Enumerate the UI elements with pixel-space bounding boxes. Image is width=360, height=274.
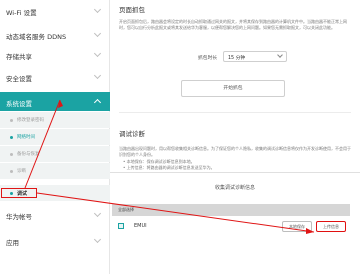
chevron-down-icon (93, 49, 102, 58)
debug-title: 调试诊断 (119, 130, 145, 138)
sidebar-item-huawei-account[interactable]: 华为帐号 (0, 208, 110, 222)
bullet-icon (10, 153, 13, 156)
sidebar-item-ddns[interactable]: 动态域名服务 DDNS (0, 28, 110, 42)
duration-select[interactable]: 15 分钟 (223, 51, 287, 62)
sidebar-item-wifi[interactable]: Wi-Fi 设置 (0, 4, 110, 18)
collect-panel-title: 收集调试诊断信息 (214, 185, 255, 191)
sidebar-subitem-time[interactable]: 网络时间 (0, 129, 110, 145)
local-save-button[interactable]: 本地保存 (282, 221, 312, 232)
bullet-icon (10, 170, 13, 173)
sidebar-subitem-label: 修改登录密码 (17, 118, 44, 123)
duration-label: 抓包时长 (198, 56, 218, 61)
debug-description: 当路由器出现问题时，用以帮您收集相关诊断信息。为了保证您的个人隐私，收集的调试诊… (119, 146, 351, 157)
sidebar: Wi-Fi 设置 动态域名服务 DDNS 存储共享 安全设置 系统设置 修改登录… (0, 0, 110, 274)
upload-info-button[interactable]: 上传信息 (316, 221, 346, 232)
sidebar-item-label: 华为帐号 (6, 213, 32, 221)
debug-bullet-upload: • 上传信息：将路由器的调试诊断信息发送至华为。 (123, 165, 215, 170)
chevron-down-icon (93, 5, 102, 14)
highlight-box (1, 188, 37, 198)
sidebar-item-label: Wi-Fi 设置 (6, 9, 37, 17)
chevron-up-icon (93, 98, 102, 107)
chevron-down-icon (93, 209, 102, 218)
sidebar-subitem-label: 诊断 (17, 169, 26, 174)
select-all-header[interactable]: 全部选择 (112, 204, 350, 216)
sidebar-subitem-label: 备份与恢复 (17, 152, 40, 157)
sidebar-item-label: 安全设置 (6, 75, 32, 83)
divider (119, 112, 351, 113)
table-row: EMUI 本地保存 上传信息 (112, 216, 350, 238)
sidebar-item-label: 系统设置 (6, 100, 32, 108)
sidebar-item-label: 动态域名服务 DDNS (6, 33, 67, 41)
chevron-down-icon (93, 235, 102, 244)
bullet-icon (10, 119, 13, 122)
sidebar-item-label: 应用 (6, 239, 19, 247)
capture-description: 开启页面抓包后，路由器会将设定的时长自动抓取通过网关的报文，并将其保存到路由器的… (119, 19, 347, 30)
start-capture-button[interactable]: 开始抓包 (181, 80, 285, 97)
sidebar-item-security[interactable]: 安全设置 (0, 70, 110, 84)
sidebar-subitem-backup[interactable]: 备份与恢复 (0, 146, 110, 162)
sidebar-subitem-diagnose[interactable]: 诊断 (0, 163, 110, 179)
sidebar-item-apps[interactable]: 应用 (0, 234, 110, 248)
sidebar-item-system[interactable]: 系统设置 (0, 92, 110, 111)
router-settings-page: Wi-Fi 设置 动态域名服务 DDNS 存储共享 安全设置 系统设置 修改登录… (0, 0, 360, 274)
chevron-down-icon (93, 71, 102, 80)
row-checkbox[interactable] (118, 223, 124, 229)
sidebar-subitem-password[interactable]: 修改登录密码 (0, 112, 110, 128)
duration-value: 15 分钟 (228, 56, 246, 61)
sidebar-item-storage[interactable]: 存储共享 (0, 48, 110, 62)
chevron-down-icon (93, 29, 102, 38)
chevron-down-icon (277, 52, 283, 58)
bullet-icon (10, 136, 13, 139)
row-name: EMUI (134, 223, 147, 229)
capture-title: 页面抓包 (119, 6, 145, 14)
sidebar-item-label: 存储共享 (6, 53, 32, 61)
select-all-label: 全部选择 (118, 207, 134, 212)
sidebar-subitem-label: 网络时间 (17, 135, 35, 140)
